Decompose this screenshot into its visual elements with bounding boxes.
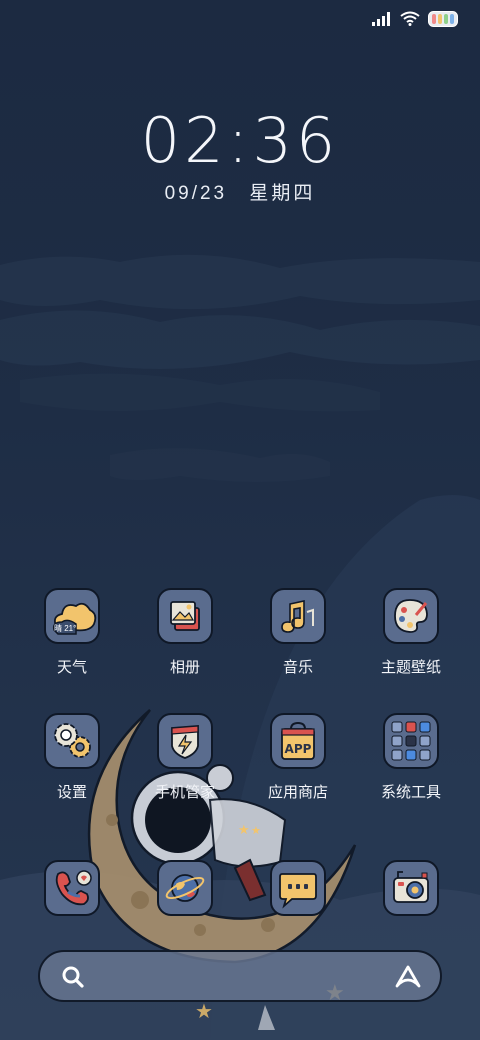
security-icon[interactable] [157,713,213,769]
battery-icon [428,10,458,32]
dock-browser[interactable] [129,860,241,916]
gallery-icon[interactable] [157,588,213,644]
phone-icon[interactable] [44,860,100,916]
status-bar [372,10,458,32]
app-label: 应用商店 [267,784,328,801]
theme-icon[interactable] [383,588,439,644]
svg-text:★: ★ [195,1001,213,1023]
app-label: 天气 [56,659,87,676]
dock-camera[interactable] [355,860,467,916]
app-system-tools[interactable]: 系统工具 [355,713,467,802]
clock-date: 09/23 [164,183,228,204]
app-store-icon[interactable]: APP [270,713,326,769]
search-icon[interactable] [60,964,86,995]
music-icon[interactable] [270,588,326,644]
clock-time[interactable]: 02:36 [0,108,480,174]
clock-weekday: 星期四 [249,183,316,204]
wifi-icon [400,11,420,31]
app-store[interactable]: APP 应用商店 [242,713,354,802]
assistant-icon[interactable] [394,964,422,995]
app-label: 设置 [56,784,87,801]
app-gallery[interactable]: 相册 [129,588,241,677]
app-phone-manager[interactable]: 手机管家 [129,713,241,802]
app-label: 音乐 [282,659,313,676]
app-label: 主题壁纸 [380,659,441,676]
app-music[interactable]: 音乐 [242,588,354,677]
date-row[interactable]: 09/23 星期四 [0,178,480,205]
browser-icon[interactable] [157,860,213,916]
camera-icon[interactable] [383,860,439,916]
messages-icon[interactable] [270,860,326,916]
app-label: 手机管家 [154,784,215,801]
settings-icon[interactable] [44,713,100,769]
folder-icon[interactable] [383,713,439,769]
svg-text:★: ★ [251,825,261,837]
signal-icon [372,11,392,31]
search-bar[interactable] [38,950,442,1002]
app-themes[interactable]: 主题壁纸 [355,588,467,677]
app-settings[interactable]: 设置 [16,713,128,802]
app-label: 相册 [169,659,200,676]
app-label: 系统工具 [380,784,441,801]
dock-phone[interactable] [16,860,128,916]
app-store-badge-text: APP [284,742,312,756]
app-weather[interactable]: 晴 21° 天气 [16,588,128,677]
dock-messages[interactable] [242,860,354,916]
weather-icon[interactable]: 晴 21° [44,588,100,644]
weather-text: 晴 21° [54,624,77,633]
svg-text:★: ★ [238,822,250,837]
